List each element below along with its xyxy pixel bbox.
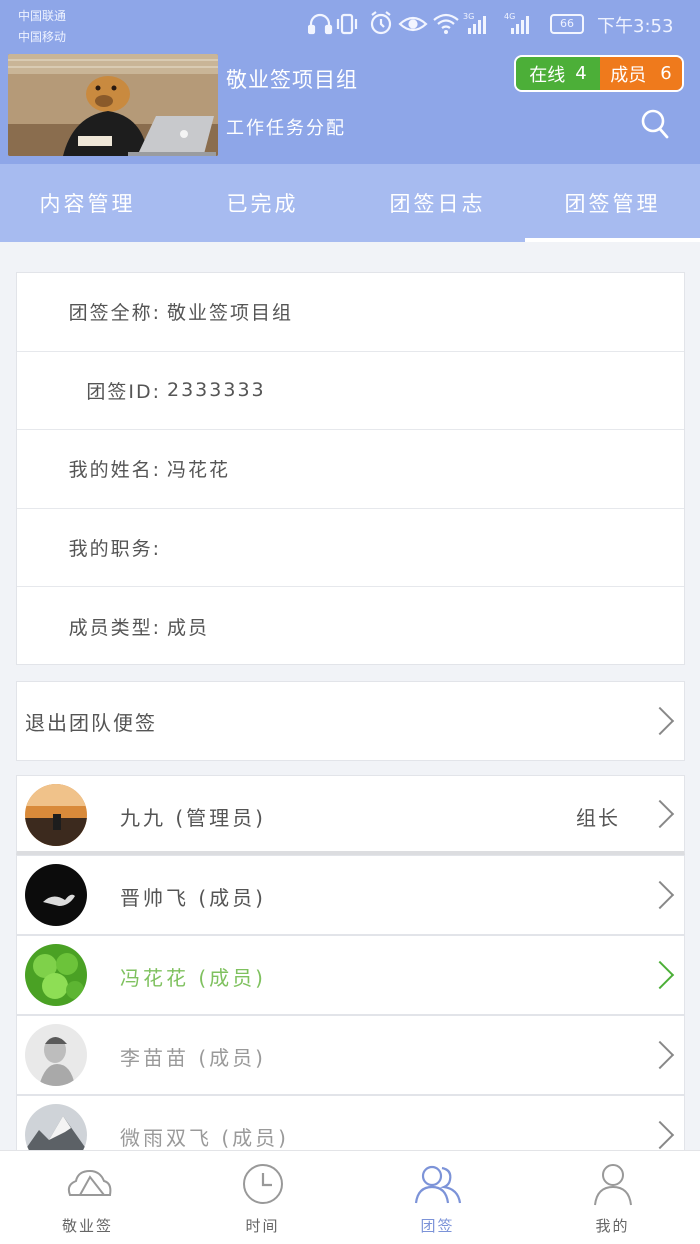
chevron-right-icon: [645, 799, 675, 828]
my-position-label: 我的职务:: [68, 537, 161, 560]
tab-bar: 内容管理 已完成 团签日志 团签管理: [0, 164, 700, 242]
team-info-card: 团签全称: 敬业签项目组 团签ID: 2333333 我的姓名: 冯花花 我的职…: [16, 272, 685, 665]
svg-text:4G: 4G: [504, 12, 515, 21]
nav-item-team[interactable]: 团签: [350, 1151, 525, 1244]
nav-item-mine[interactable]: 我的: [525, 1151, 700, 1244]
my-name-value: 冯花花: [167, 459, 231, 482]
cloud-note-icon: [67, 1169, 111, 1196]
member-name: 李苗苗 (成员): [120, 1046, 266, 1070]
team-icon: [414, 1165, 461, 1204]
full-name-label: 团签全称:: [68, 302, 161, 325]
member-row[interactable]: 晋帅飞 (成员): [16, 855, 685, 935]
nav-label-mine: 我的: [595, 1217, 630, 1235]
chevron-right-icon: [645, 960, 675, 990]
member-name: 九九 (管理员): [120, 806, 266, 830]
status-time: 下午3:53: [597, 16, 674, 37]
id-value: 2333333: [167, 379, 266, 402]
svg-text:3G: 3G: [463, 12, 474, 21]
member-avatar: [25, 864, 87, 926]
info-row-member-type: 成员类型: 成员: [17, 587, 684, 666]
member-name: 冯花花 (成员): [120, 966, 266, 990]
tab-completed[interactable]: 已完成: [175, 164, 350, 242]
tab-team-manage[interactable]: 团签管理: [525, 164, 700, 242]
full-name-value: 敬业签项目组: [167, 302, 294, 325]
group-avatar[interactable]: [8, 54, 218, 156]
chevron-right-icon: [645, 880, 675, 910]
person-icon: [593, 1164, 632, 1206]
nav-item-time[interactable]: 时间: [175, 1151, 350, 1244]
info-row-my-name: 我的姓名: 冯花花: [17, 430, 684, 509]
member-status-badges[interactable]: 在线 4 成员 6: [514, 55, 684, 92]
info-row-full-name: 团签全称: 敬业签项目组: [17, 273, 684, 352]
online-label: 在线: [529, 64, 566, 86]
member-badge[interactable]: 成员 6: [600, 57, 682, 90]
clock-icon: [242, 1164, 283, 1204]
chevron-right-icon: [645, 1040, 675, 1070]
nav-label-home: 敬业签: [61, 1217, 113, 1235]
member-avatar: [25, 944, 87, 1006]
member-row[interactable]: 九九 (管理员) 组长: [16, 775, 685, 855]
chevron-right-icon: [645, 706, 675, 736]
member-label: 成员: [610, 64, 647, 86]
battery-indicator: 66: [550, 14, 584, 34]
member-name: 微雨双飞 (成员): [120, 1126, 289, 1150]
member-role: 组长: [576, 806, 620, 830]
carrier-1: 中国联通: [18, 9, 67, 23]
carrier-2: 中国移动: [18, 30, 67, 44]
member-row[interactable]: 李苗苗 (成员): [16, 1015, 685, 1095]
group-subtitle: 工作任务分配: [226, 118, 346, 139]
status-icons: 3G 4G: [308, 11, 529, 35]
online-count: 4: [575, 63, 587, 84]
online-badge[interactable]: 在线 4: [516, 57, 600, 90]
member-row[interactable]: 冯花花 (成员): [16, 935, 685, 1015]
member-count: 6: [660, 63, 672, 84]
id-label: 团签ID:: [86, 380, 161, 403]
member-type-value: 成员: [167, 616, 210, 639]
bottom-nav: 敬业签 时间 团签 我的: [0, 1150, 700, 1244]
member-name: 晋帅飞 (成员): [120, 886, 266, 910]
group-header: 敬业签项目组 工作任务分配 在线 4 成员 6: [0, 50, 700, 164]
nav-item-home[interactable]: 敬业签: [0, 1151, 175, 1244]
search-icon[interactable]: [640, 108, 670, 140]
nav-label-time: 时间: [245, 1217, 280, 1235]
my-name-label: 我的姓名:: [68, 459, 161, 482]
status-bar: 中国联通 中国移动 3G 4G 66 下午3:53: [0, 0, 700, 50]
group-title: 敬业签项目组: [226, 68, 358, 92]
member-type-label: 成员类型:: [68, 616, 161, 639]
member-list: 九九 (管理员) 组长 晋帅飞 (成员) 冯花花 (成员) 李苗苗 (成员) 微…: [16, 775, 685, 1175]
member-avatar: [25, 1024, 87, 1086]
info-row-id: 团签ID: 2333333: [17, 352, 684, 430]
chevron-right-icon: [645, 1120, 675, 1150]
nav-label-team: 团签: [420, 1217, 455, 1235]
exit-team-label: 退出团队便签: [25, 710, 157, 735]
member-avatar: [25, 784, 87, 846]
tab-content-manage[interactable]: 内容管理: [0, 164, 175, 242]
exit-team-button[interactable]: 退出团队便签: [16, 681, 685, 761]
tab-team-log[interactable]: 团签日志: [350, 164, 525, 242]
info-row-my-position[interactable]: 我的职务:: [17, 509, 684, 587]
